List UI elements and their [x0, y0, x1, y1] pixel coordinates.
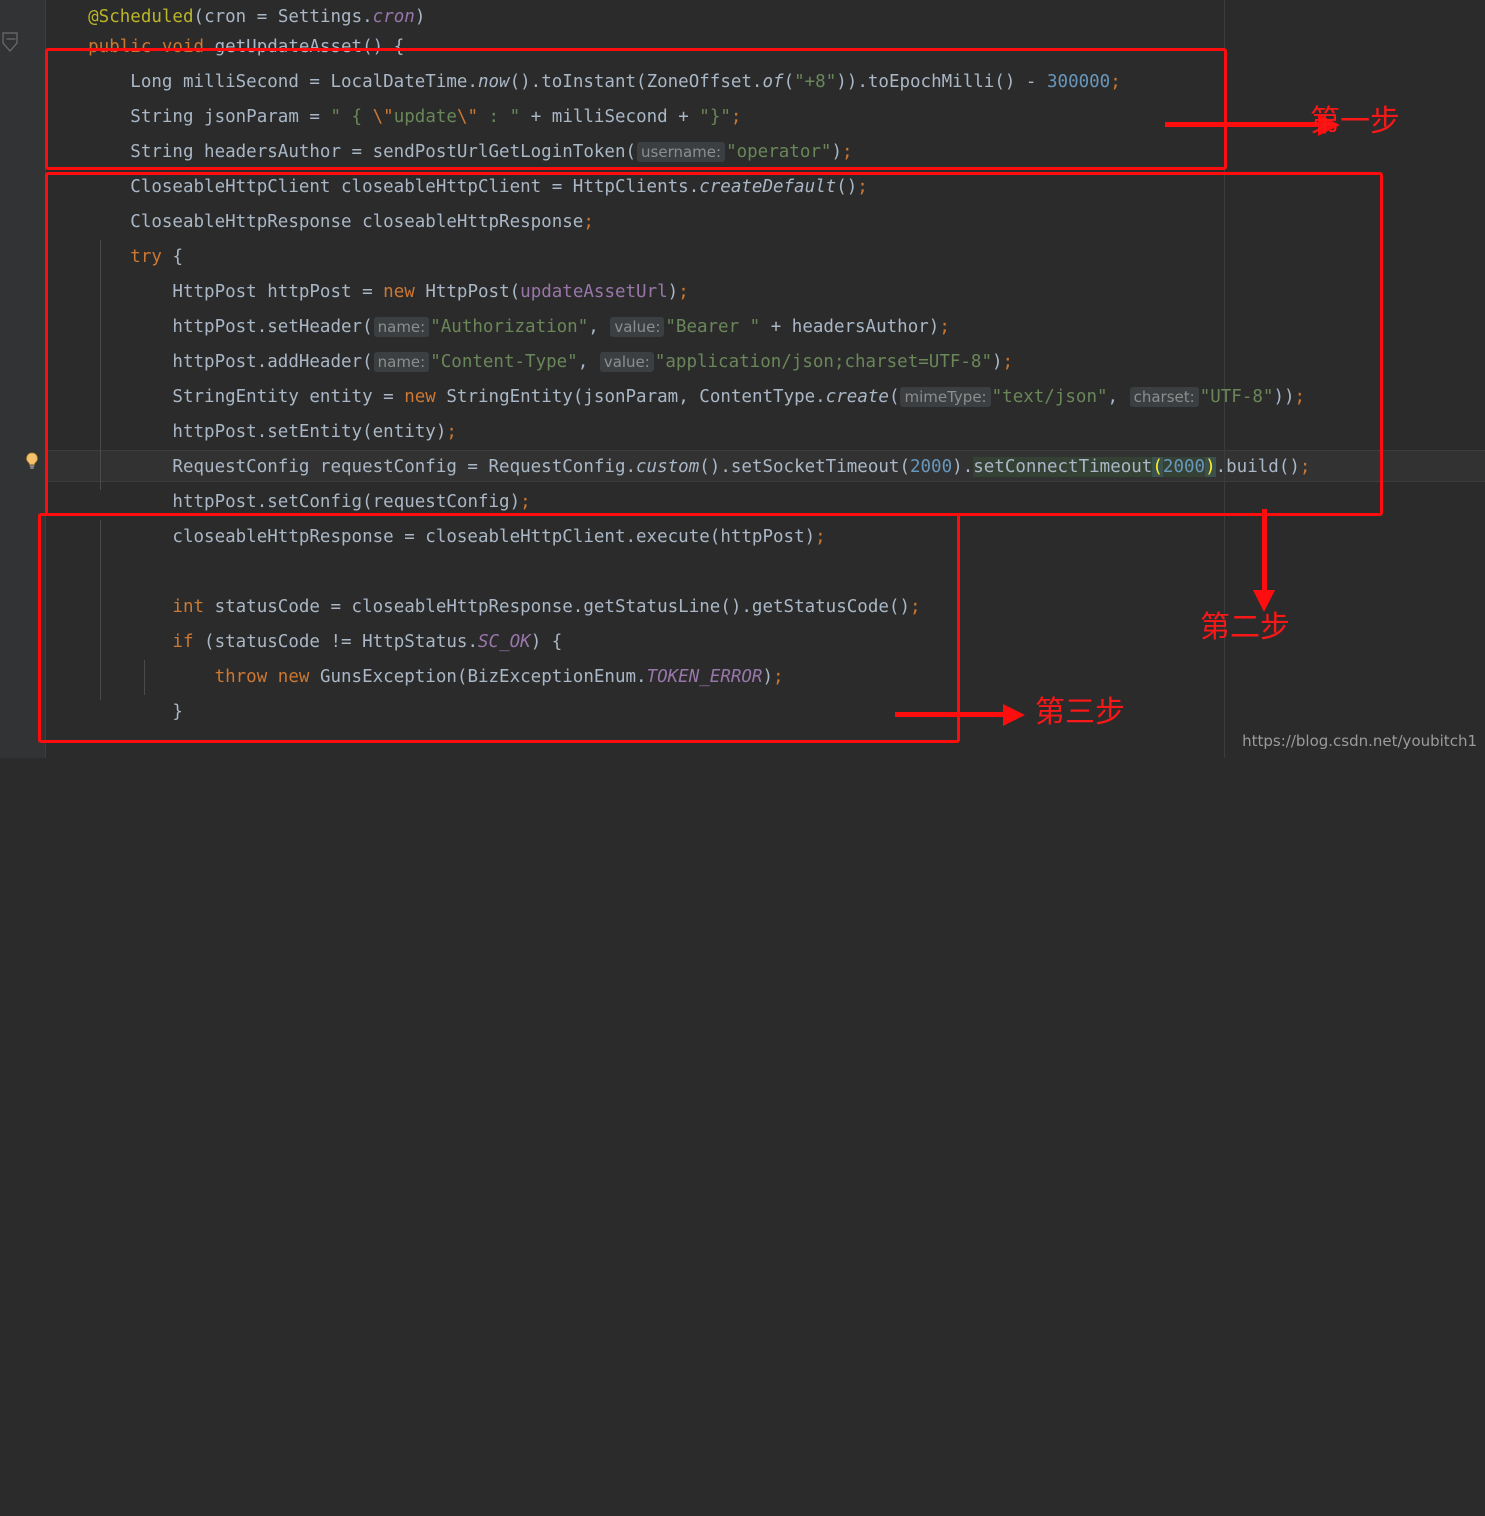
code-line-21: }	[46, 702, 183, 722]
param-hint-mimetype: mimeType:	[900, 387, 991, 407]
step-1-label: 第一步	[1310, 104, 1400, 139]
editor-gutter[interactable]	[0, 0, 46, 758]
caret-identifier-highlight: setConnectTimeout	[973, 457, 1153, 477]
step-3-arrow-head	[1003, 704, 1025, 726]
step-2-arrow-head	[1253, 590, 1275, 612]
code-line-2: public void getUpdateAsset() {	[46, 37, 405, 57]
matching-bracket-highlight: (	[1152, 457, 1163, 477]
fold-collapse-icon[interactable]	[2, 32, 20, 54]
code-line-8: try {	[46, 247, 183, 267]
code-line-11: httpPost.addHeader(name: "Content-Type", …	[46, 352, 1014, 372]
code-line-16: closeableHttpResponse = closeableHttpCli…	[46, 527, 826, 547]
step-1-arrow-shaft	[1165, 122, 1330, 127]
code-line-10: httpPost.setHeader(name: "Authorization",…	[46, 317, 950, 337]
lightbulb-icon[interactable]	[22, 451, 42, 471]
param-hint-name: name:	[373, 317, 430, 337]
code-line-15: httpPost.setConfig(requestConfig);	[46, 492, 531, 512]
step-3-label: 第三步	[1035, 695, 1125, 730]
param-hint-name: name:	[373, 352, 430, 372]
code-line-9: HttpPost httpPost = new HttpPost(updateA…	[46, 282, 689, 302]
code-line-12: StringEntity entity = new StringEntity(j…	[46, 387, 1306, 407]
code-line-3: Long milliSecond = LocalDateTime.now().t…	[46, 72, 1121, 92]
code-line-13: httpPost.setEntity(entity);	[46, 422, 457, 442]
code-line-20: throw new GunsException(BizExceptionEnum…	[46, 667, 784, 687]
code-line-19: if (statusCode != HttpStatus.SC_OK) {	[46, 632, 563, 652]
step-3-arrow-shaft	[895, 712, 1013, 717]
watermark-url: https://blog.csdn.net/youbitch1	[1242, 732, 1477, 750]
step-2-arrow-shaft	[1262, 509, 1267, 595]
code-line-4: String jsonParam = " { \"update\" : " + …	[46, 107, 742, 127]
code-line-14: RequestConfig requestConfig = RequestCon…	[46, 457, 1311, 477]
code-line-7: CloseableHttpResponse closeableHttpRespo…	[46, 212, 594, 232]
param-hint-username: username:	[637, 142, 726, 162]
code-editor[interactable]: @Scheduled(cron = Settings.cron) public …	[0, 0, 1485, 758]
step-2-label: 第二步	[1200, 610, 1290, 645]
code-line-18: int statusCode = closeableHttpResponse.g…	[46, 597, 921, 617]
param-hint-charset: charset:	[1129, 387, 1199, 407]
code-line-6: CloseableHttpClient closeableHttpClient …	[46, 177, 868, 197]
param-hint-value: value:	[610, 317, 665, 337]
code-line-5: String headersAuthor = sendPostUrlGetLog…	[46, 142, 853, 162]
param-hint-value: value:	[599, 352, 654, 372]
